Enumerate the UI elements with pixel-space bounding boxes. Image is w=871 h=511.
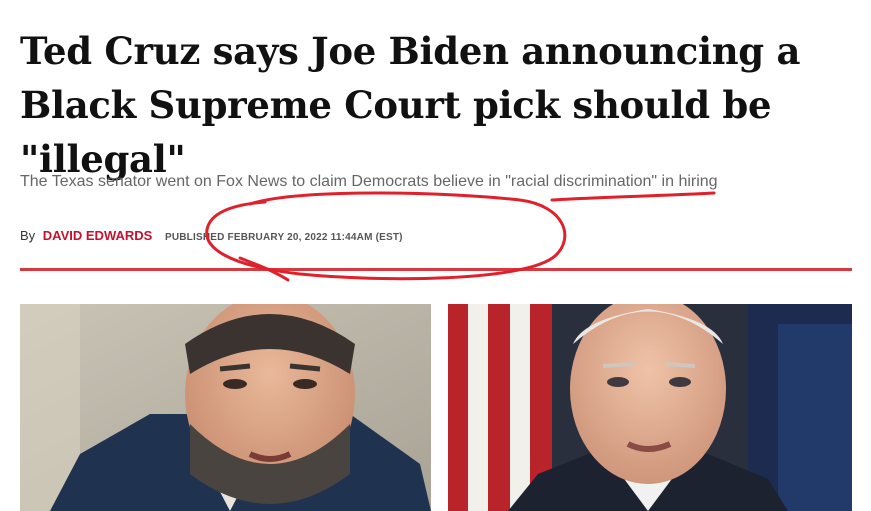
article-headline: Ted Cruz says Joe Biden announcing a Bla… xyxy=(20,29,801,181)
published-date: PUBLISHED FEBRUARY 20, 2022 11:44AM (EST… xyxy=(164,232,403,243)
photo-joe-biden xyxy=(448,304,852,511)
byline-prefix: By xyxy=(20,228,36,243)
article-subhead: The Texas senator went on Fox News to cl… xyxy=(20,173,718,190)
header-divider xyxy=(20,268,852,271)
author-link[interactable]: DAVID EDWARDS xyxy=(43,228,153,243)
byline: By DAVID EDWARDS PUBLISHED FEBRUARY 20, … xyxy=(20,228,403,243)
photo-ted-cruz xyxy=(20,304,431,511)
article-photos xyxy=(20,304,852,511)
article: Ted Cruz says Joe Biden announcing a Bla… xyxy=(0,0,871,511)
